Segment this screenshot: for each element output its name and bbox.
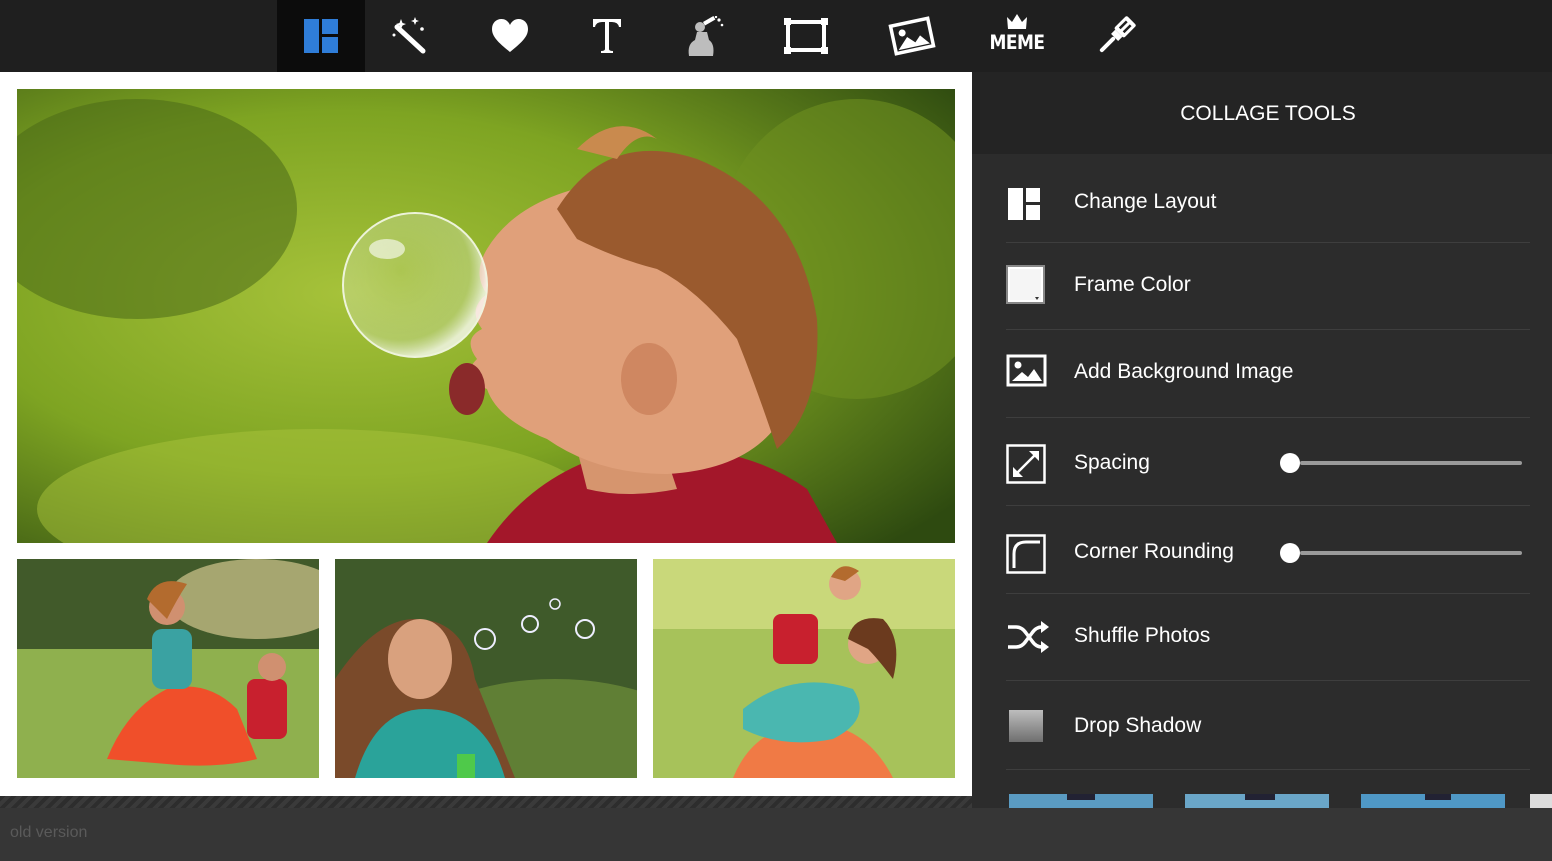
crown-icon bbox=[1007, 14, 1027, 29]
magic-wand-icon bbox=[392, 17, 426, 54]
photo-overlay-icon bbox=[888, 16, 936, 56]
stickers-tool[interactable] bbox=[466, 0, 554, 72]
spacing-slider-track bbox=[1300, 461, 1522, 465]
text-tool[interactable] bbox=[563, 0, 651, 72]
change-layout-label: Change Layout bbox=[1074, 190, 1217, 213]
collage-layout-tool[interactable] bbox=[277, 0, 365, 72]
frame-color-label: Frame Color bbox=[1074, 273, 1191, 296]
background-thumbnail[interactable] bbox=[1361, 794, 1505, 808]
frame-color-row[interactable]: Frame Color bbox=[1006, 243, 1530, 330]
woman-bubbles-photo bbox=[335, 559, 637, 778]
shadow-icon bbox=[1009, 710, 1043, 742]
overlays-tool[interactable] bbox=[868, 0, 956, 72]
drop-shadow-row[interactable]: Drop Shadow bbox=[1006, 681, 1530, 770]
brush-tool[interactable] bbox=[1072, 0, 1160, 72]
corner-rounding-row: Corner Rounding bbox=[1006, 506, 1530, 594]
brush-icon bbox=[1099, 16, 1136, 53]
color-swatch-icon bbox=[1006, 265, 1045, 304]
background-thumbnail-image bbox=[1530, 794, 1552, 808]
background-thumbnail[interactable] bbox=[1009, 794, 1153, 808]
collage-tools-panel: COLLAGE TOOLS Change Layout Frame Color … bbox=[972, 72, 1552, 808]
woman-running-photo bbox=[17, 559, 319, 778]
corner-rounding-slider[interactable] bbox=[1280, 543, 1522, 563]
mother-son-photo bbox=[653, 559, 955, 778]
drop-shadow-label: Drop Shadow bbox=[1074, 714, 1202, 737]
panel-title: COLLAGE TOOLS bbox=[1180, 102, 1356, 125]
shuffle-photos-row[interactable]: Shuffle Photos bbox=[1006, 594, 1530, 681]
footer-bar: old version bbox=[0, 808, 1552, 861]
old-version-link[interactable]: old version bbox=[10, 824, 87, 842]
collage-canvas bbox=[0, 72, 972, 796]
frames-tool[interactable] bbox=[762, 0, 850, 72]
spacing-row: Spacing bbox=[1006, 418, 1530, 506]
add-background-image-label: Add Background Image bbox=[1074, 360, 1294, 383]
collage-photo-bottom-middle[interactable] bbox=[335, 559, 637, 778]
paint-tool[interactable] bbox=[660, 0, 748, 72]
effects-tool[interactable] bbox=[366, 0, 454, 72]
collage-photo-bottom-left[interactable] bbox=[17, 559, 319, 778]
frame-icon bbox=[784, 18, 828, 54]
background-thumbnail-image bbox=[1361, 794, 1505, 808]
spray-paint-icon bbox=[688, 16, 724, 56]
background-thumbnail[interactable] bbox=[1185, 794, 1329, 808]
meme-icon: MEME bbox=[987, 11, 1047, 61]
shuffle-photos-label: Shuffle Photos bbox=[1074, 624, 1211, 647]
corner-rounding-slider-thumb[interactable] bbox=[1280, 543, 1300, 563]
change-layout-row[interactable]: Change Layout bbox=[1006, 155, 1530, 243]
background-thumbnail-image bbox=[1009, 794, 1153, 808]
layout-icon bbox=[1008, 188, 1040, 220]
corner-round-icon bbox=[1006, 534, 1046, 574]
canvas-scroll-strip bbox=[0, 796, 972, 808]
heart-icon bbox=[492, 19, 528, 52]
spacing-slider-thumb[interactable] bbox=[1280, 453, 1300, 473]
spacing-slider[interactable] bbox=[1280, 453, 1522, 473]
meme-label: MEME bbox=[989, 31, 1045, 55]
add-background-image-row[interactable]: Add Background Image bbox=[1006, 330, 1530, 418]
shuffle-icon bbox=[1008, 621, 1049, 653]
corner-rounding-label: Corner Rounding bbox=[1074, 540, 1234, 563]
text-icon bbox=[593, 19, 621, 53]
corner-rounding-slider-track bbox=[1300, 551, 1522, 555]
background-thumbnail-image bbox=[1185, 794, 1329, 808]
boy-bubble-photo bbox=[17, 89, 955, 543]
meme-tool[interactable]: MEME bbox=[973, 0, 1061, 72]
image-icon bbox=[1006, 354, 1047, 387]
collage-photo-bottom-right[interactable] bbox=[653, 559, 955, 778]
collage-layout-icon bbox=[304, 19, 338, 53]
spacing-label: Spacing bbox=[1074, 451, 1150, 474]
collage-photo-main[interactable] bbox=[17, 89, 955, 543]
resize-diagonal-icon bbox=[1006, 444, 1046, 484]
background-thumbnail[interactable] bbox=[1530, 794, 1552, 808]
panel-header: COLLAGE TOOLS bbox=[972, 72, 1552, 154]
top-toolbar: MEME bbox=[0, 0, 1552, 72]
